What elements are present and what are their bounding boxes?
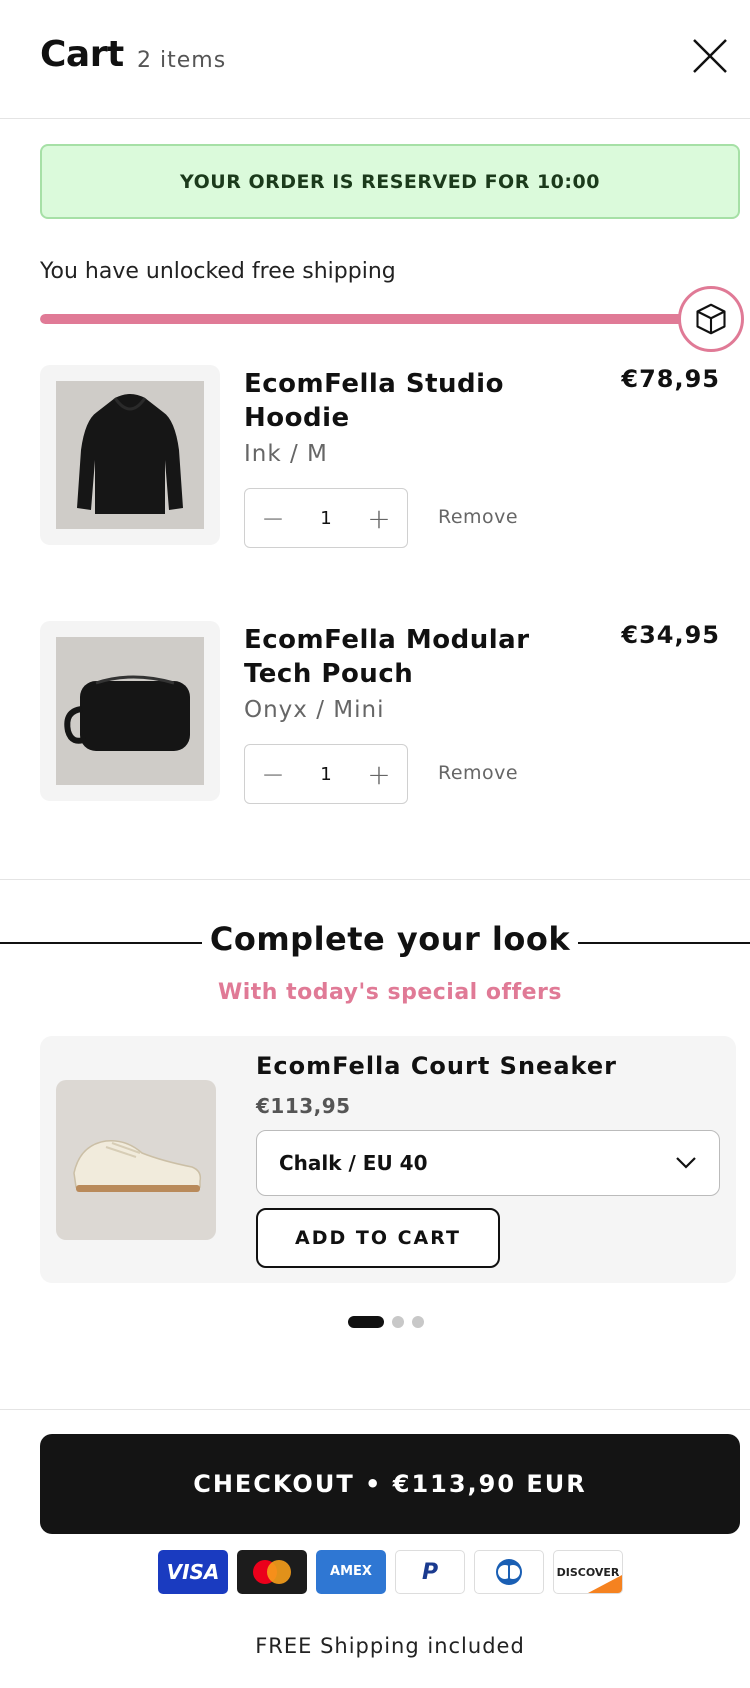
shipping-message: You have unlocked free shipping	[40, 259, 396, 284]
mastercard-icon	[237, 1550, 307, 1594]
shipping-progress-fill	[40, 314, 690, 324]
upsell-product-price: €113,95	[256, 1094, 351, 1118]
cart-header: Cart 2 items	[0, 0, 750, 119]
add-to-cart-button[interactable]: ADD TO CART	[256, 1208, 500, 1268]
plus-icon[interactable]: +	[365, 502, 393, 535]
pouch-image	[56, 637, 204, 785]
shipping-badge	[678, 286, 744, 352]
shipping-note: FREE Shipping included	[255, 1634, 525, 1658]
upsell-product-name[interactable]: EcomFella Court Sneaker	[256, 1052, 617, 1080]
quantity-stepper: − 1 +	[244, 744, 408, 804]
shipping-progress-bar	[40, 314, 690, 324]
discover-icon: DISCOVER	[553, 1550, 623, 1594]
hoodie-icon	[77, 394, 183, 514]
cart-title: Cart	[40, 34, 124, 75]
footer-divider	[0, 1409, 750, 1410]
minus-icon[interactable]: −	[259, 502, 287, 535]
item-price: €34,95	[621, 621, 720, 649]
mastercard-circles	[253, 1560, 291, 1584]
diners-club-icon	[474, 1550, 544, 1594]
quantity-value[interactable]: 1	[320, 764, 331, 785]
plus-icon[interactable]: +	[365, 758, 393, 791]
remove-button[interactable]: Remove	[438, 762, 518, 784]
item-variant: Onyx / Mini	[244, 697, 385, 723]
chevron-down-icon	[676, 1157, 696, 1169]
pagination-dot[interactable]	[392, 1316, 404, 1328]
upsell-card: EcomFella Court Sneaker €113,95 Chalk / …	[40, 1036, 736, 1283]
section-divider	[0, 879, 750, 880]
reservation-banner: YOUR ORDER IS RESERVED FOR 10:00	[40, 144, 740, 219]
remove-button[interactable]: Remove	[438, 506, 518, 528]
upsell-subtitle: With today's special offers	[217, 980, 563, 1005]
quantity-stepper: − 1 +	[244, 488, 408, 548]
cart-item: EcomFella Modular Tech Pouch Onyx / Mini…	[40, 621, 720, 805]
item-name[interactable]: EcomFella Studio Hoodie	[244, 367, 534, 435]
amex-icon: AMEX	[316, 1550, 386, 1594]
cart-item: EcomFella Studio Hoodie Ink / M €78,95 −…	[40, 365, 720, 549]
pouch-icon	[64, 675, 190, 751]
cart-item-count: 2 items	[137, 48, 227, 73]
sneaker-image[interactable]	[56, 1080, 216, 1240]
visa-icon: VISA	[158, 1550, 228, 1594]
product-thumbnail[interactable]	[40, 365, 220, 545]
minus-icon[interactable]: −	[259, 758, 287, 791]
product-thumbnail[interactable]	[40, 621, 220, 801]
diners-club-mark	[496, 1559, 522, 1585]
variant-select[interactable]: Chalk / EU 40	[256, 1130, 720, 1196]
item-name[interactable]: EcomFella Modular Tech Pouch	[244, 623, 534, 691]
paypal-icon: P	[395, 1550, 465, 1594]
carousel-pagination	[348, 1316, 424, 1328]
item-price: €78,95	[621, 365, 720, 393]
hoodie-image	[56, 381, 204, 529]
variant-select-value: Chalk / EU 40	[279, 1151, 428, 1175]
checkout-button[interactable]: CHECKOUT • €113,90 EUR	[40, 1434, 740, 1534]
pagination-dot[interactable]	[412, 1316, 424, 1328]
payment-methods: VISA AMEX P DISCOVER	[158, 1550, 623, 1594]
close-icon[interactable]	[690, 36, 730, 76]
upsell-title: Complete your look	[209, 920, 571, 958]
sneaker-icon	[73, 1140, 202, 1192]
discover-swoosh	[588, 1575, 622, 1593]
quantity-value[interactable]: 1	[320, 508, 331, 529]
item-variant: Ink / M	[244, 441, 328, 467]
package-icon	[696, 303, 726, 335]
pagination-dot-active[interactable]	[348, 1316, 384, 1328]
